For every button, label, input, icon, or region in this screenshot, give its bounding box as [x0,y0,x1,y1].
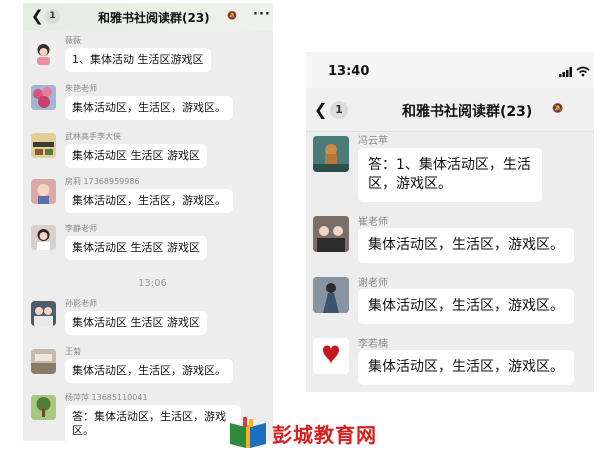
book-logo-icon [230,417,266,448]
sender-name: 冯云苹 [358,136,388,147]
avatar-deer-icon [313,136,349,172]
cellular-signal-icon [559,67,572,77]
right-chat-header: ❮ 1 和雅书社阅读群(23) 🔕 [306,88,594,132]
avatar[interactable] [313,277,349,313]
sender-name: 孙影老师 [65,299,97,308]
watermark-text: 彭城教育网 [272,423,377,447]
mute-bell-icon: 🔕 [227,11,237,20]
avatar[interactable] [31,395,56,420]
message-bubble[interactable]: 集体活动区 生活区 游戏区 [65,311,207,335]
avatar-flowers-icon [31,85,56,110]
message-bubble[interactable]: 1、集体活动 生活区游戏区 [65,48,211,72]
chat-timestamp: 13:06 [138,278,167,289]
message-bubble[interactable]: 答：1、集体活动区，生活区，游戏区。 [358,148,542,202]
right-chat-screenshot: 13:40 ❮ 1 和雅书社阅读群(23) 🔕 冯云苹 答：1、集体活动区，生活… [306,52,594,392]
chevron-left-icon[interactable]: ❮ [31,7,44,25]
avatar[interactable] [31,179,56,204]
sender-name: 李静老师 [65,224,97,233]
avatar[interactable] [31,225,56,250]
avatar-heart-icon [313,338,349,374]
sender-name: 李若楠 [358,339,388,350]
message-bubble[interactable]: 集体活动区，生活区，游戏区。 [65,189,233,213]
sender-name: 朱艳老师 [65,84,97,93]
status-time: 13:40 [328,64,370,79]
unread-badge: 1 [45,9,60,24]
avatar-person-dress-icon [313,277,349,313]
watermark: 彭城教育网 [226,415,386,450]
avatar-group-photo-icon [313,216,349,252]
left-chat-screenshot: ❮ 1 和雅书社阅读群(23) 🔕 ··· 薇薇 1、集体活动 生活区游戏区 朱… [23,3,273,441]
status-bar: 13:40 [306,52,594,88]
avatar[interactable] [313,136,349,172]
avatar[interactable] [31,301,56,326]
avatar[interactable] [31,349,56,374]
sender-name: 杨萍萍 13685110041 [65,393,148,402]
unread-badge: 1 [330,101,348,119]
more-dots-icon[interactable]: ··· [253,7,271,22]
mute-bell-icon: 🔕 [552,104,564,114]
avatar[interactable] [313,338,349,374]
left-chat-header: ❮ 1 和雅书社阅读群(23) 🔕 ··· [23,3,273,31]
message-bubble[interactable]: 集体活动区，生活区，游戏区。 [358,350,574,385]
avatar-girl-icon [37,44,50,65]
wifi-icon [576,66,590,77]
message-bubble[interactable]: 集体活动区，生活区，游戏区。 [65,359,233,383]
avatar-person-icon [31,225,56,250]
message-bubble[interactable]: 集体活动区，生活区，游戏区。 [358,228,574,263]
chevron-left-icon[interactable]: ❮ [314,100,327,119]
avatar-landscape-icon [31,349,56,374]
message-bubble[interactable]: 答：集体活动区，生活区，游戏区。 [65,405,241,441]
sender-name: 崔老师 [358,217,388,228]
avatar[interactable] [313,216,349,252]
sender-name: 薇薇 [65,36,81,45]
chat-title: 和雅书社阅读群(23) [98,11,210,25]
sender-name: 武林高手李大侠 [65,132,121,141]
avatar[interactable] [31,133,56,158]
sender-name: 王菊 [65,347,81,356]
avatar-tree-icon [31,395,56,420]
message-bubble[interactable]: 集体活动区，生活区，游戏区。 [358,289,574,324]
chat-title: 和雅书社阅读群(23) [402,104,533,120]
message-bubble[interactable]: 集体活动区，生活区，游戏区。 [65,96,233,120]
sender-name: 房莉 17368959986 [65,177,140,186]
message-bubble[interactable]: 集体活动区 生活区 游戏区 [65,236,207,260]
avatar-poster-icon [31,133,56,158]
message-bubble[interactable]: 集体活动区 生活区 游戏区 [65,144,207,168]
avatar-cartoon-icon [31,179,56,204]
avatar-group-photo-icon [31,301,56,326]
avatar[interactable] [31,85,56,110]
sender-name: 谢老师 [358,278,388,289]
avatar[interactable] [31,40,56,65]
